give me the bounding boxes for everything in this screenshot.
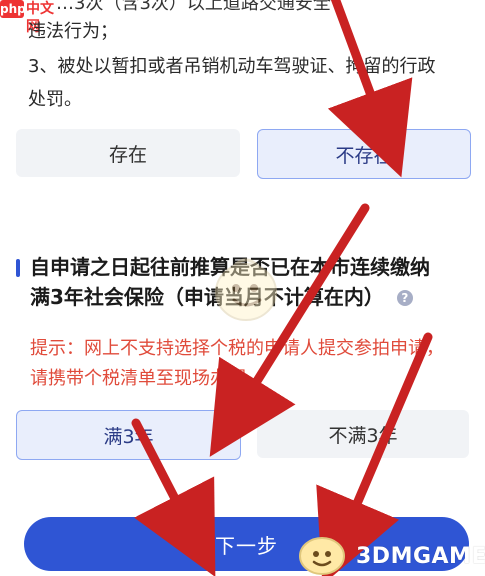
criteria-line-1: 违法行为； <box>28 21 118 42</box>
option-exist-label: 存在 <box>108 143 147 166</box>
question-title-line-2: 满3年社会保险（申请当月不计算在内） ? <box>30 282 460 312</box>
section-accent-bar <box>16 259 20 277</box>
php-logo-mark: php <box>0 0 26 18</box>
next-step-label: 下一步 <box>215 533 278 558</box>
tax-hint: 提示：网上不支持选择个税的申请人提交参拍申请， 请携带个税清单至现场办理。 <box>30 334 470 394</box>
option-not-met-3-years[interactable]: 不满3年 <box>257 410 469 458</box>
option-not-exist[interactable]: 不存在 <box>257 129 471 179</box>
option-met-3-years[interactable]: 满3年 <box>16 410 241 460</box>
criteria-line-3: 处罚。 <box>28 89 82 110</box>
hint-line-2: 请携带个税清单至现场办理。 <box>30 368 264 389</box>
question-title-line-1: 自申请之日起往前推算是否已在本市连续缴纳 <box>30 255 430 279</box>
option-met-3-years-label: 满3年 <box>103 425 154 448</box>
option-not-met-3-years-label: 不满3年 <box>328 424 398 447</box>
option-not-exist-label: 不存在 <box>335 144 393 167</box>
hint-line-1: 提示：网上不支持选择个税的申请人提交参拍申请， <box>30 338 444 359</box>
question-title-line-2-text: 满3年社会保险（申请当月不计算在内） <box>30 285 384 309</box>
3dmgame-watermark: 3DMGAME <box>356 544 485 569</box>
criteria-line-2: 3、被处以暂扣或者吊销机动车驾驶证、拘留的行政 <box>28 56 436 77</box>
arrow-to-met-3-years <box>209 203 370 457</box>
partial-line-top: …3次（含3次）以上道路交通安全 <box>56 0 331 14</box>
option-exist[interactable]: 存在 <box>16 129 240 177</box>
help-icon[interactable]: ? <box>396 290 413 306</box>
social-security-question: 自申请之日起往前推算是否已在本市连续缴纳 满3年社会保险（申请当月不计算在内） … <box>30 252 460 312</box>
